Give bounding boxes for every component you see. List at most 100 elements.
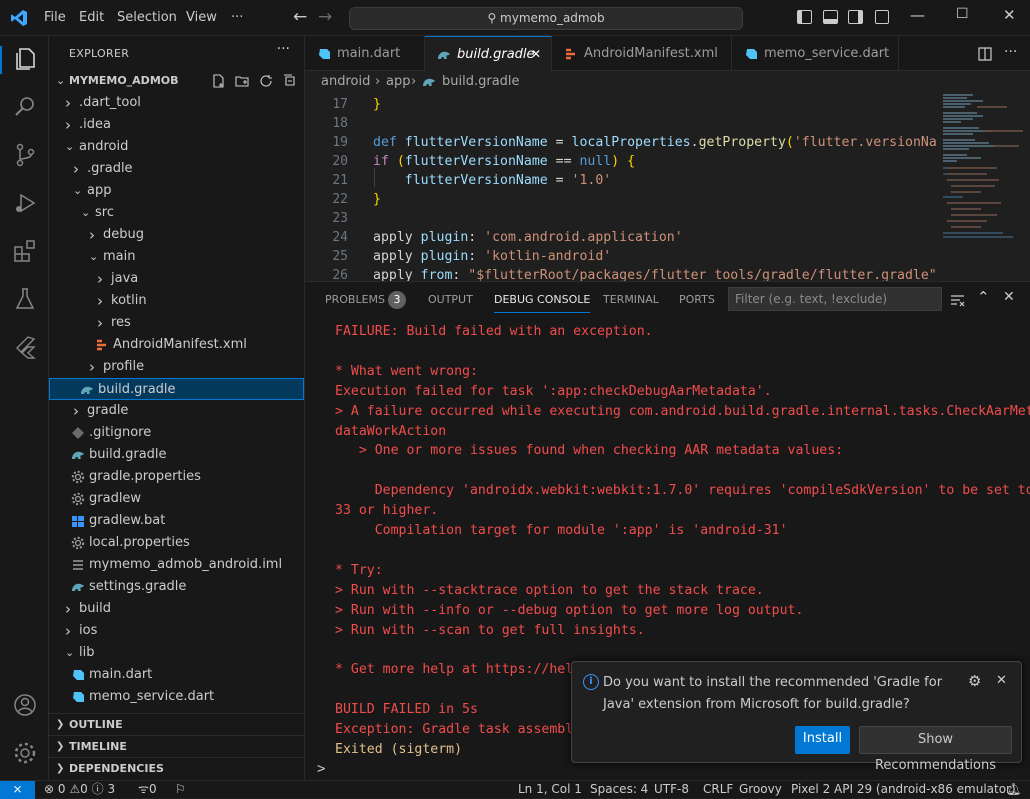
code-editor[interactable]: 17} 18 19 def flutterVersionName = localPro… (305, 93, 937, 281)
workspace-root[interactable]: ⌄ MYMEMO_ADMOB (49, 70, 304, 92)
tree-item[interactable]: › res (49, 312, 304, 334)
dependencies-section[interactable]: ❯ DEPENDENCIES (49, 757, 304, 779)
source-control-icon[interactable] (12, 142, 38, 168)
accounts-icon[interactable] (12, 692, 38, 718)
split-editor-icon[interactable] (978, 47, 992, 61)
tree-item[interactable]: AndroidManifest.xml (49, 334, 304, 356)
maximize-icon[interactable]: ☐ (956, 6, 969, 22)
encoding-status[interactable]: UTF-8 (654, 781, 689, 798)
tree-item[interactable]: › .gradle (49, 158, 304, 180)
tab-ports[interactable]: PORTS (679, 293, 715, 306)
outline-section[interactable]: ❯ OUTLINE (49, 713, 304, 735)
tree-item[interactable]: gradlew (49, 488, 304, 510)
tree-item[interactable]: ⌄ lib (49, 642, 304, 664)
tree-item[interactable]: › java (49, 268, 304, 290)
toggle-secondary-sidebar-icon[interactable] (848, 10, 863, 24)
extensions-icon[interactable] (12, 238, 38, 264)
clear-console-icon[interactable] (950, 293, 965, 307)
tree-item[interactable]: .gitignore (49, 422, 304, 444)
new-file-icon[interactable] (211, 74, 225, 88)
tree-item[interactable]: ⌄ main (49, 246, 304, 268)
console-filter-input[interactable]: Filter (e.g. text, !exclude) (728, 287, 942, 311)
tab-android-manifest[interactable]: AndroidManifest.xml (552, 36, 732, 71)
install-button[interactable]: Install (795, 726, 850, 754)
error-icon: ⊗ (44, 782, 55, 796)
cursor-position[interactable]: Ln 1, Col 1 (518, 781, 582, 798)
console-input-prompt[interactable]: > (317, 761, 325, 777)
forward-arrow-icon[interactable]: → (318, 7, 332, 27)
tree-item[interactable]: › gradle (49, 400, 304, 422)
editor-more-icon[interactable]: ··· (1004, 44, 1017, 60)
run-debug-icon[interactable] (12, 190, 38, 216)
tab-problems[interactable]: PROBLEMS (325, 293, 385, 306)
menu-file[interactable]: File (44, 10, 66, 25)
tree-item[interactable]: › .dart_tool (49, 92, 304, 114)
tree-item[interactable]: local.properties (49, 532, 304, 554)
tree-item[interactable]: ⌄ app (49, 180, 304, 202)
problems-status[interactable]: ⊗ 0 ⚠0 ⓘ 3 (44, 781, 115, 798)
tree-item[interactable]: mymemo_admob_android.iml (49, 554, 304, 576)
tree-item[interactable]: gradlew.bat (49, 510, 304, 532)
remote-indicator-icon[interactable]: ⨯ (0, 781, 35, 799)
debug-run-icon[interactable]: ⚐ (175, 781, 186, 798)
tree-item[interactable]: › build (49, 598, 304, 620)
tree-item[interactable]: build.gradle (49, 378, 304, 400)
tab-main-dart[interactable]: main.dart (305, 36, 425, 71)
tree-item[interactable]: ⌄ android (49, 136, 304, 158)
tree-item[interactable]: memo_service.dart (49, 686, 304, 708)
explorer-icon[interactable] (12, 46, 38, 72)
flutter-icon[interactable] (12, 334, 38, 360)
collapse-all-icon[interactable] (283, 74, 297, 88)
notifications-bell-icon[interactable]: 🔔︎ (1006, 781, 1021, 798)
tree-item[interactable]: ⌄ src (49, 202, 304, 224)
show-recommendations-button[interactable]: Show Recommendations (859, 726, 1012, 773)
close-window-icon[interactable]: ✕ (1003, 6, 1016, 24)
search-view-icon[interactable] (12, 94, 38, 120)
tab-output[interactable]: OUTPUT (428, 293, 473, 306)
minimize-icon[interactable]: — (910, 6, 925, 24)
menu-more[interactable]: ··· (231, 10, 243, 25)
minimap[interactable] (937, 93, 1030, 281)
tree-item[interactable]: main.dart (49, 664, 304, 686)
language-mode[interactable]: Groovy (739, 781, 782, 798)
refresh-icon[interactable] (259, 74, 273, 88)
indentation-status[interactable]: Spaces: 4 (590, 781, 648, 798)
tab-build-gradle[interactable]: build.gradle ✕ (425, 36, 552, 71)
ports-status[interactable]: ᯤ0 (138, 781, 157, 798)
eol-status[interactable]: CRLF (703, 781, 733, 798)
menu-selection[interactable]: Selection (117, 10, 177, 25)
maximize-panel-icon[interactable]: ⌃ (977, 288, 990, 306)
manage-gear-icon[interactable] (12, 740, 38, 766)
notification-close-icon[interactable]: ✕ (996, 673, 1007, 688)
tab-terminal[interactable]: TERMINAL (603, 293, 659, 306)
tree-item[interactable]: › kotlin (49, 290, 304, 312)
timeline-section[interactable]: ❯ TIMELINE (49, 735, 304, 757)
toggle-primary-sidebar-icon[interactable] (797, 10, 812, 24)
close-tab-icon[interactable]: ✕ (531, 37, 541, 72)
command-center-search[interactable]: ⚲ mymemo_admob (349, 7, 743, 30)
tree-item[interactable]: › ios (49, 620, 304, 642)
explorer-more-button[interactable]: ··· (277, 41, 290, 57)
tree-item-label: android (79, 139, 129, 154)
new-folder-icon[interactable] (235, 74, 249, 88)
tree-item[interactable]: gradle.properties (49, 466, 304, 488)
breadcrumb-build-gradle[interactable]: build.gradle (442, 71, 520, 93)
toggle-panel-icon[interactable] (823, 10, 838, 24)
customize-layout-icon[interactable] (875, 10, 889, 24)
tab-debug-console[interactable]: DEBUG CONSOLE (494, 293, 591, 313)
breadcrumb-android[interactable]: android (321, 71, 370, 93)
close-panel-icon[interactable]: ✕ (1003, 289, 1015, 305)
tree-item[interactable]: build.gradle (49, 444, 304, 466)
tree-item[interactable]: › .idea (49, 114, 304, 136)
flutter-device[interactable]: Pixel 2 API 29 (android-x86 emulator) (791, 781, 1016, 798)
menu-view[interactable]: View (186, 10, 217, 25)
tab-memo-service[interactable]: memo_service.dart (732, 36, 899, 71)
back-arrow-icon[interactable]: ← (293, 7, 307, 27)
tree-item[interactable]: settings.gradle (49, 576, 304, 598)
testing-icon[interactable] (12, 286, 38, 312)
tree-item[interactable]: › debug (49, 224, 304, 246)
notification-gear-icon[interactable]: ⚙ (968, 672, 981, 690)
menu-edit[interactable]: Edit (79, 10, 104, 25)
tree-item[interactable]: › profile (49, 356, 304, 378)
breadcrumb-app[interactable]: app (386, 71, 410, 93)
